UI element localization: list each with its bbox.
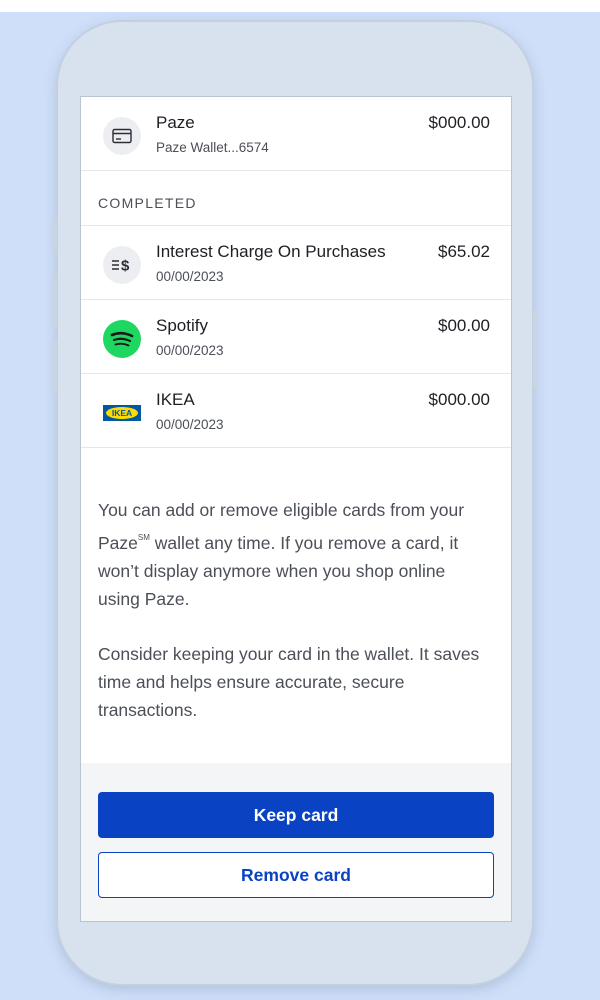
transaction-name: Paze [156, 113, 195, 132]
transaction-amount: $000.00 [428, 390, 490, 409]
transaction-row[interactable]: Spotify 00/00/2023 $00.00 [81, 300, 511, 374]
phone-side-button [533, 310, 538, 390]
transaction-row[interactable]: IKEA IKEA 00/00/2023 $000.00 [81, 374, 511, 448]
interest-charge-icon: $ [103, 246, 141, 284]
spotify-logo-icon [103, 320, 141, 358]
phone-side-button [52, 274, 57, 328]
transaction-name: Interest Charge On Purchases [156, 242, 386, 261]
transaction-amount: $000.00 [428, 113, 490, 132]
app-screen: Paze Paze Wallet...6574 $000.00 COMPLETE… [80, 96, 512, 922]
phone-side-button [52, 218, 57, 254]
phone-side-button [52, 340, 57, 394]
remove-card-button[interactable]: Remove card [98, 852, 494, 898]
info-paragraph: You can add or remove eligible cards fro… [98, 500, 465, 609]
keep-card-button[interactable]: Keep card [98, 792, 494, 838]
ikea-logo-text: IKEA [112, 408, 132, 418]
transaction-amount: $65.02 [438, 242, 490, 261]
info-text: You can add or remove eligible cards fro… [81, 448, 511, 724]
transaction-name: Spotify [156, 316, 208, 335]
top-band [0, 0, 600, 12]
service-mark: SM [137, 533, 150, 542]
info-paragraph: Consider keeping your card in the wallet… [98, 644, 480, 720]
transaction-row[interactable]: $ Interest Charge On Purchases 00/00/202… [81, 226, 511, 300]
transaction-date: 00/00/2023 [156, 417, 224, 432]
card-icon [103, 117, 141, 155]
transaction-row[interactable]: Paze Paze Wallet...6574 $000.00 [81, 97, 511, 171]
transaction-subtitle: Paze Wallet...6574 [156, 140, 269, 155]
transaction-date: 00/00/2023 [156, 343, 224, 358]
ikea-logo-icon: IKEA [103, 394, 141, 432]
transaction-date: 00/00/2023 [156, 269, 224, 284]
svg-text:$: $ [121, 258, 130, 274]
transaction-name: IKEA [156, 390, 195, 409]
transaction-amount: $00.00 [438, 316, 490, 335]
action-footer: Keep card Remove card [81, 763, 511, 921]
section-heading-completed: COMPLETED [81, 171, 511, 226]
